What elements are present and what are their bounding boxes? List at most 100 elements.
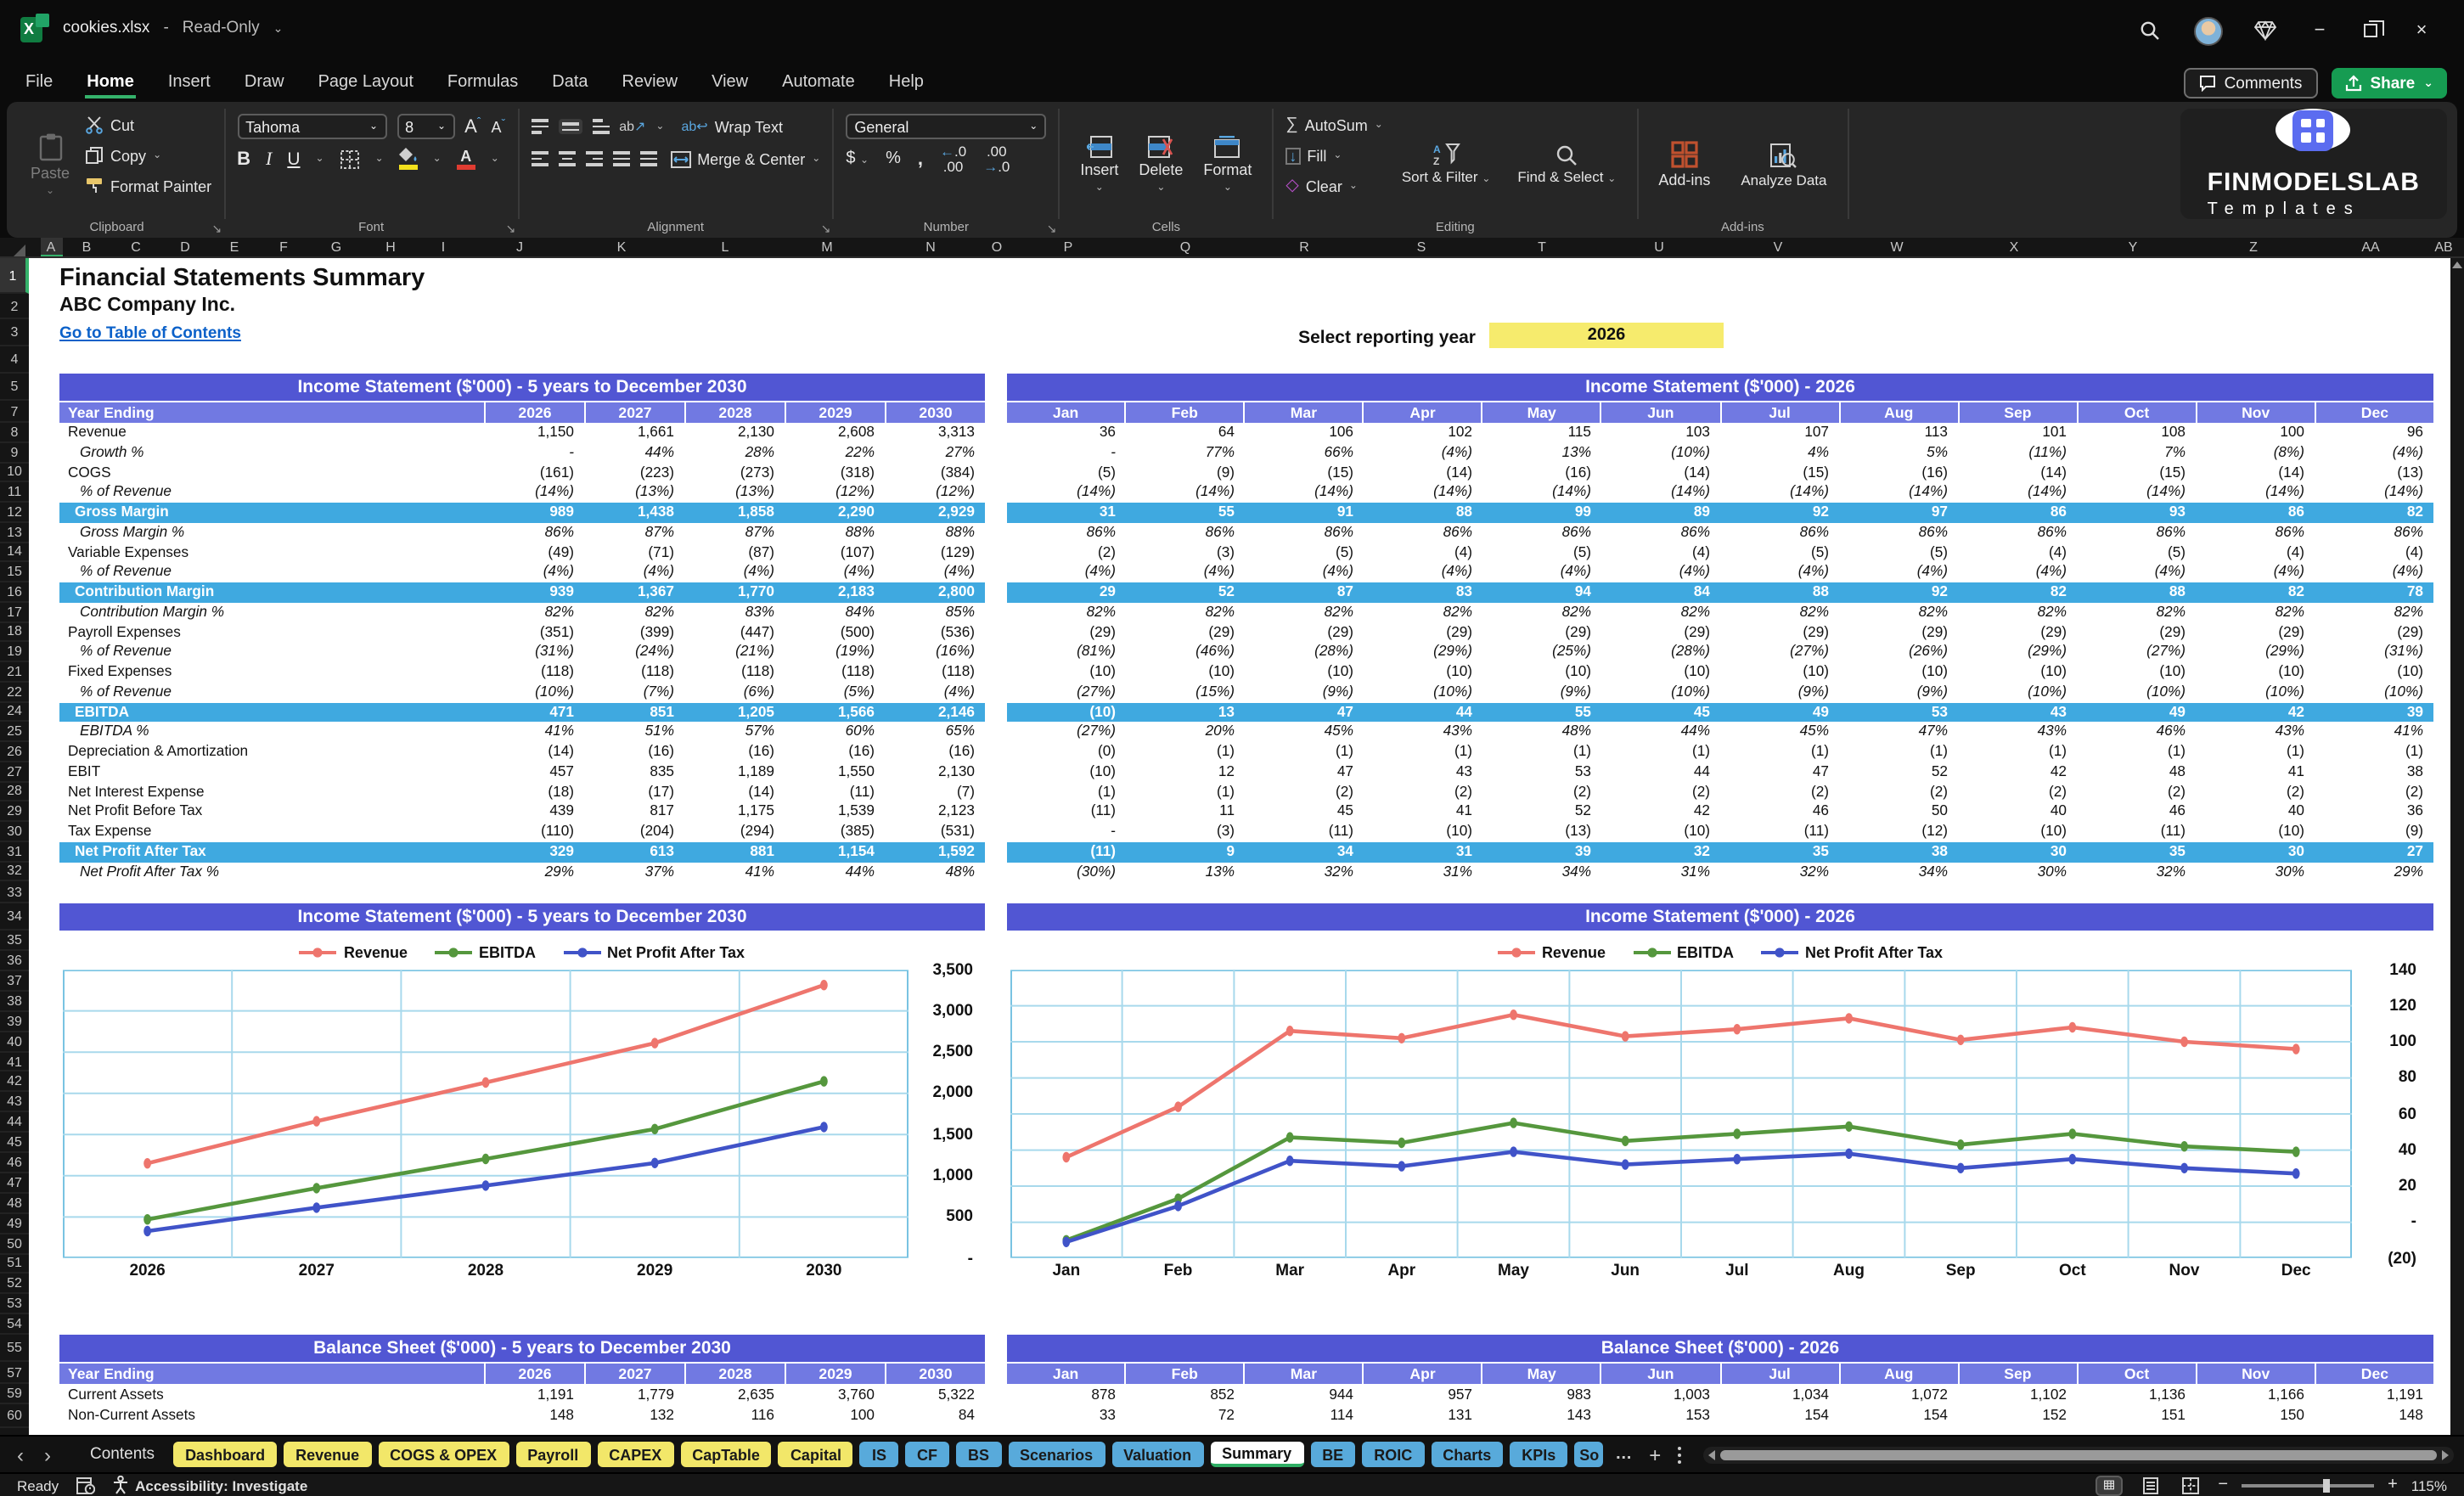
cell-value[interactable]: 82 (1958, 582, 2077, 603)
cell-value[interactable]: 86 (2196, 503, 2315, 523)
row-header-35[interactable]: 35 (0, 931, 29, 952)
decrease-indent-icon[interactable] (612, 151, 630, 166)
cell-value[interactable]: 51% (584, 723, 684, 743)
column-header-Y[interactable]: Y (2129, 239, 2138, 255)
cell-value[interactable]: (14%) (2196, 483, 2315, 503)
cell-value[interactable]: 154 (1720, 1404, 1839, 1425)
cell-value[interactable]: (1) (1601, 742, 1720, 762)
cell-value[interactable]: 86% (1364, 523, 1482, 543)
row-header-26[interactable]: 26 (0, 742, 29, 762)
row-header-22[interactable]: 22 (0, 683, 29, 702)
horizontal-scrollbar[interactable] (1703, 1446, 2454, 1463)
column-header-Q[interactable]: Q (1180, 239, 1190, 255)
cell-value[interactable]: (4%) (1958, 563, 2077, 583)
normal-view-icon[interactable] (2096, 1475, 2124, 1495)
cell-value[interactable]: 86% (1007, 523, 1126, 543)
cell-value[interactable]: (4%) (1126, 563, 1245, 583)
cell-value[interactable]: 82% (1839, 603, 1958, 623)
cell-value[interactable]: 86% (1601, 523, 1720, 543)
cell-value[interactable]: (14) (1364, 463, 1482, 483)
align-right-icon[interactable] (585, 151, 603, 166)
zoom-level[interactable]: 115% (2411, 1476, 2447, 1493)
cell-value[interactable]: 2,800 (885, 582, 985, 603)
cell-value[interactable]: (29) (1601, 622, 1720, 643)
chevron-down-icon[interactable]: ⌄ (273, 21, 284, 35)
cell-value[interactable]: 32% (2077, 862, 2196, 882)
column-header-G[interactable]: G (331, 239, 341, 255)
increase-indent-icon[interactable] (639, 151, 657, 166)
cell-value[interactable]: (0) (1007, 742, 1126, 762)
cell-value[interactable]: 53 (1482, 762, 1601, 783)
row-header-1[interactable]: 1 (0, 258, 29, 294)
cell-value[interactable]: 457 (484, 762, 584, 783)
cell-value[interactable]: (10%) (1958, 683, 2077, 703)
row-header-30[interactable]: 30 (0, 822, 29, 842)
more-sheets-icon[interactable]: … (1610, 1445, 1637, 1464)
zoom-slider-thumb[interactable] (2323, 1478, 2331, 1492)
cell-value[interactable]: 86% (2196, 523, 2315, 543)
scroll-left-icon[interactable] (1708, 1449, 1716, 1459)
row-header-34[interactable]: 34 (0, 904, 29, 931)
column-header-M[interactable]: M (821, 239, 832, 255)
cell-value[interactable]: (4%) (2315, 443, 2433, 464)
cell-value[interactable]: (16) (1839, 463, 1958, 483)
cell-value[interactable]: (71) (584, 543, 684, 563)
cell-value[interactable]: (12%) (785, 483, 885, 503)
cell-value[interactable]: 100 (785, 1404, 885, 1425)
cell-value[interactable]: (2) (2315, 782, 2433, 802)
cell-value[interactable]: 153 (1601, 1404, 1720, 1425)
cell-value[interactable]: 100 (2196, 423, 2315, 443)
row-header-41[interactable]: 41 (0, 1052, 29, 1072)
cell-value[interactable]: (27%) (1720, 643, 1839, 663)
cell-value[interactable]: (11%) (1958, 443, 2077, 464)
cell-value[interactable]: 32% (1245, 862, 1364, 882)
cell-value[interactable]: 88 (1364, 503, 1482, 523)
sheet-tab-so[interactable]: So (1574, 1442, 1604, 1467)
cell-value[interactable]: 87% (684, 523, 785, 543)
font-dialog-launcher[interactable]: ↘ (505, 222, 515, 236)
cell-value[interactable]: 41 (2196, 762, 2315, 783)
sheet-tab-valuation[interactable]: Valuation (1111, 1442, 1204, 1467)
cell-value[interactable]: 2,290 (785, 503, 885, 523)
cell-value[interactable]: 1,034 (1720, 1384, 1839, 1404)
cell-value[interactable]: (7) (885, 782, 985, 802)
cell-value[interactable]: (14%) (1720, 483, 1839, 503)
cell-value[interactable]: (4%) (1720, 563, 1839, 583)
cell-value[interactable]: (9%) (1245, 683, 1364, 703)
cell-value[interactable]: (11) (785, 782, 885, 802)
column-header-I[interactable]: I (442, 239, 445, 255)
cell-value[interactable]: (10%) (1601, 683, 1720, 703)
tab-review[interactable]: Review (621, 69, 680, 98)
cell-value[interactable]: 97 (1839, 503, 1958, 523)
sheet-tab-is[interactable]: IS (859, 1442, 898, 1467)
cell-value[interactable]: (14) (484, 742, 584, 762)
cell-value[interactable]: (16) (1482, 463, 1601, 483)
cell-value[interactable]: (29) (2315, 622, 2433, 643)
cell-value[interactable]: (31%) (484, 643, 584, 663)
orientation-icon[interactable]: ab↗ (619, 119, 645, 134)
cell-value[interactable]: 82% (2315, 603, 2433, 623)
cell-value[interactable]: 2,130 (885, 762, 985, 783)
cell-value[interactable]: 46 (1720, 802, 1839, 823)
cell-value[interactable]: (447) (684, 622, 785, 643)
cell-value[interactable]: (1) (1839, 742, 1958, 762)
font-size-select[interactable]: 8 ⌄ (397, 114, 455, 139)
cell-value[interactable]: 89 (1601, 503, 1720, 523)
cell-value[interactable]: 43% (1958, 723, 2077, 743)
cell-value[interactable]: 87% (584, 523, 684, 543)
cell-value[interactable]: 989 (484, 503, 584, 523)
cell-value[interactable]: 22% (785, 443, 885, 464)
row-header-24[interactable]: 24 (0, 702, 29, 723)
column-header-E[interactable]: E (230, 239, 239, 255)
avatar[interactable] (2179, 14, 2236, 48)
cell-value[interactable]: (14%) (1958, 483, 2077, 503)
cell-value[interactable]: 88% (885, 523, 985, 543)
comments-button[interactable]: Comments (2183, 68, 2318, 98)
cell-value[interactable]: 42 (1958, 762, 2077, 783)
macro-record-icon[interactable] (76, 1476, 95, 1493)
row-header-27[interactable]: 27 (0, 762, 29, 782)
cell-value[interactable]: (16) (885, 742, 985, 762)
cell-value[interactable]: 48% (885, 862, 985, 882)
cell-value[interactable]: (110) (484, 822, 584, 842)
cell-value[interactable]: 30% (2196, 862, 2315, 882)
